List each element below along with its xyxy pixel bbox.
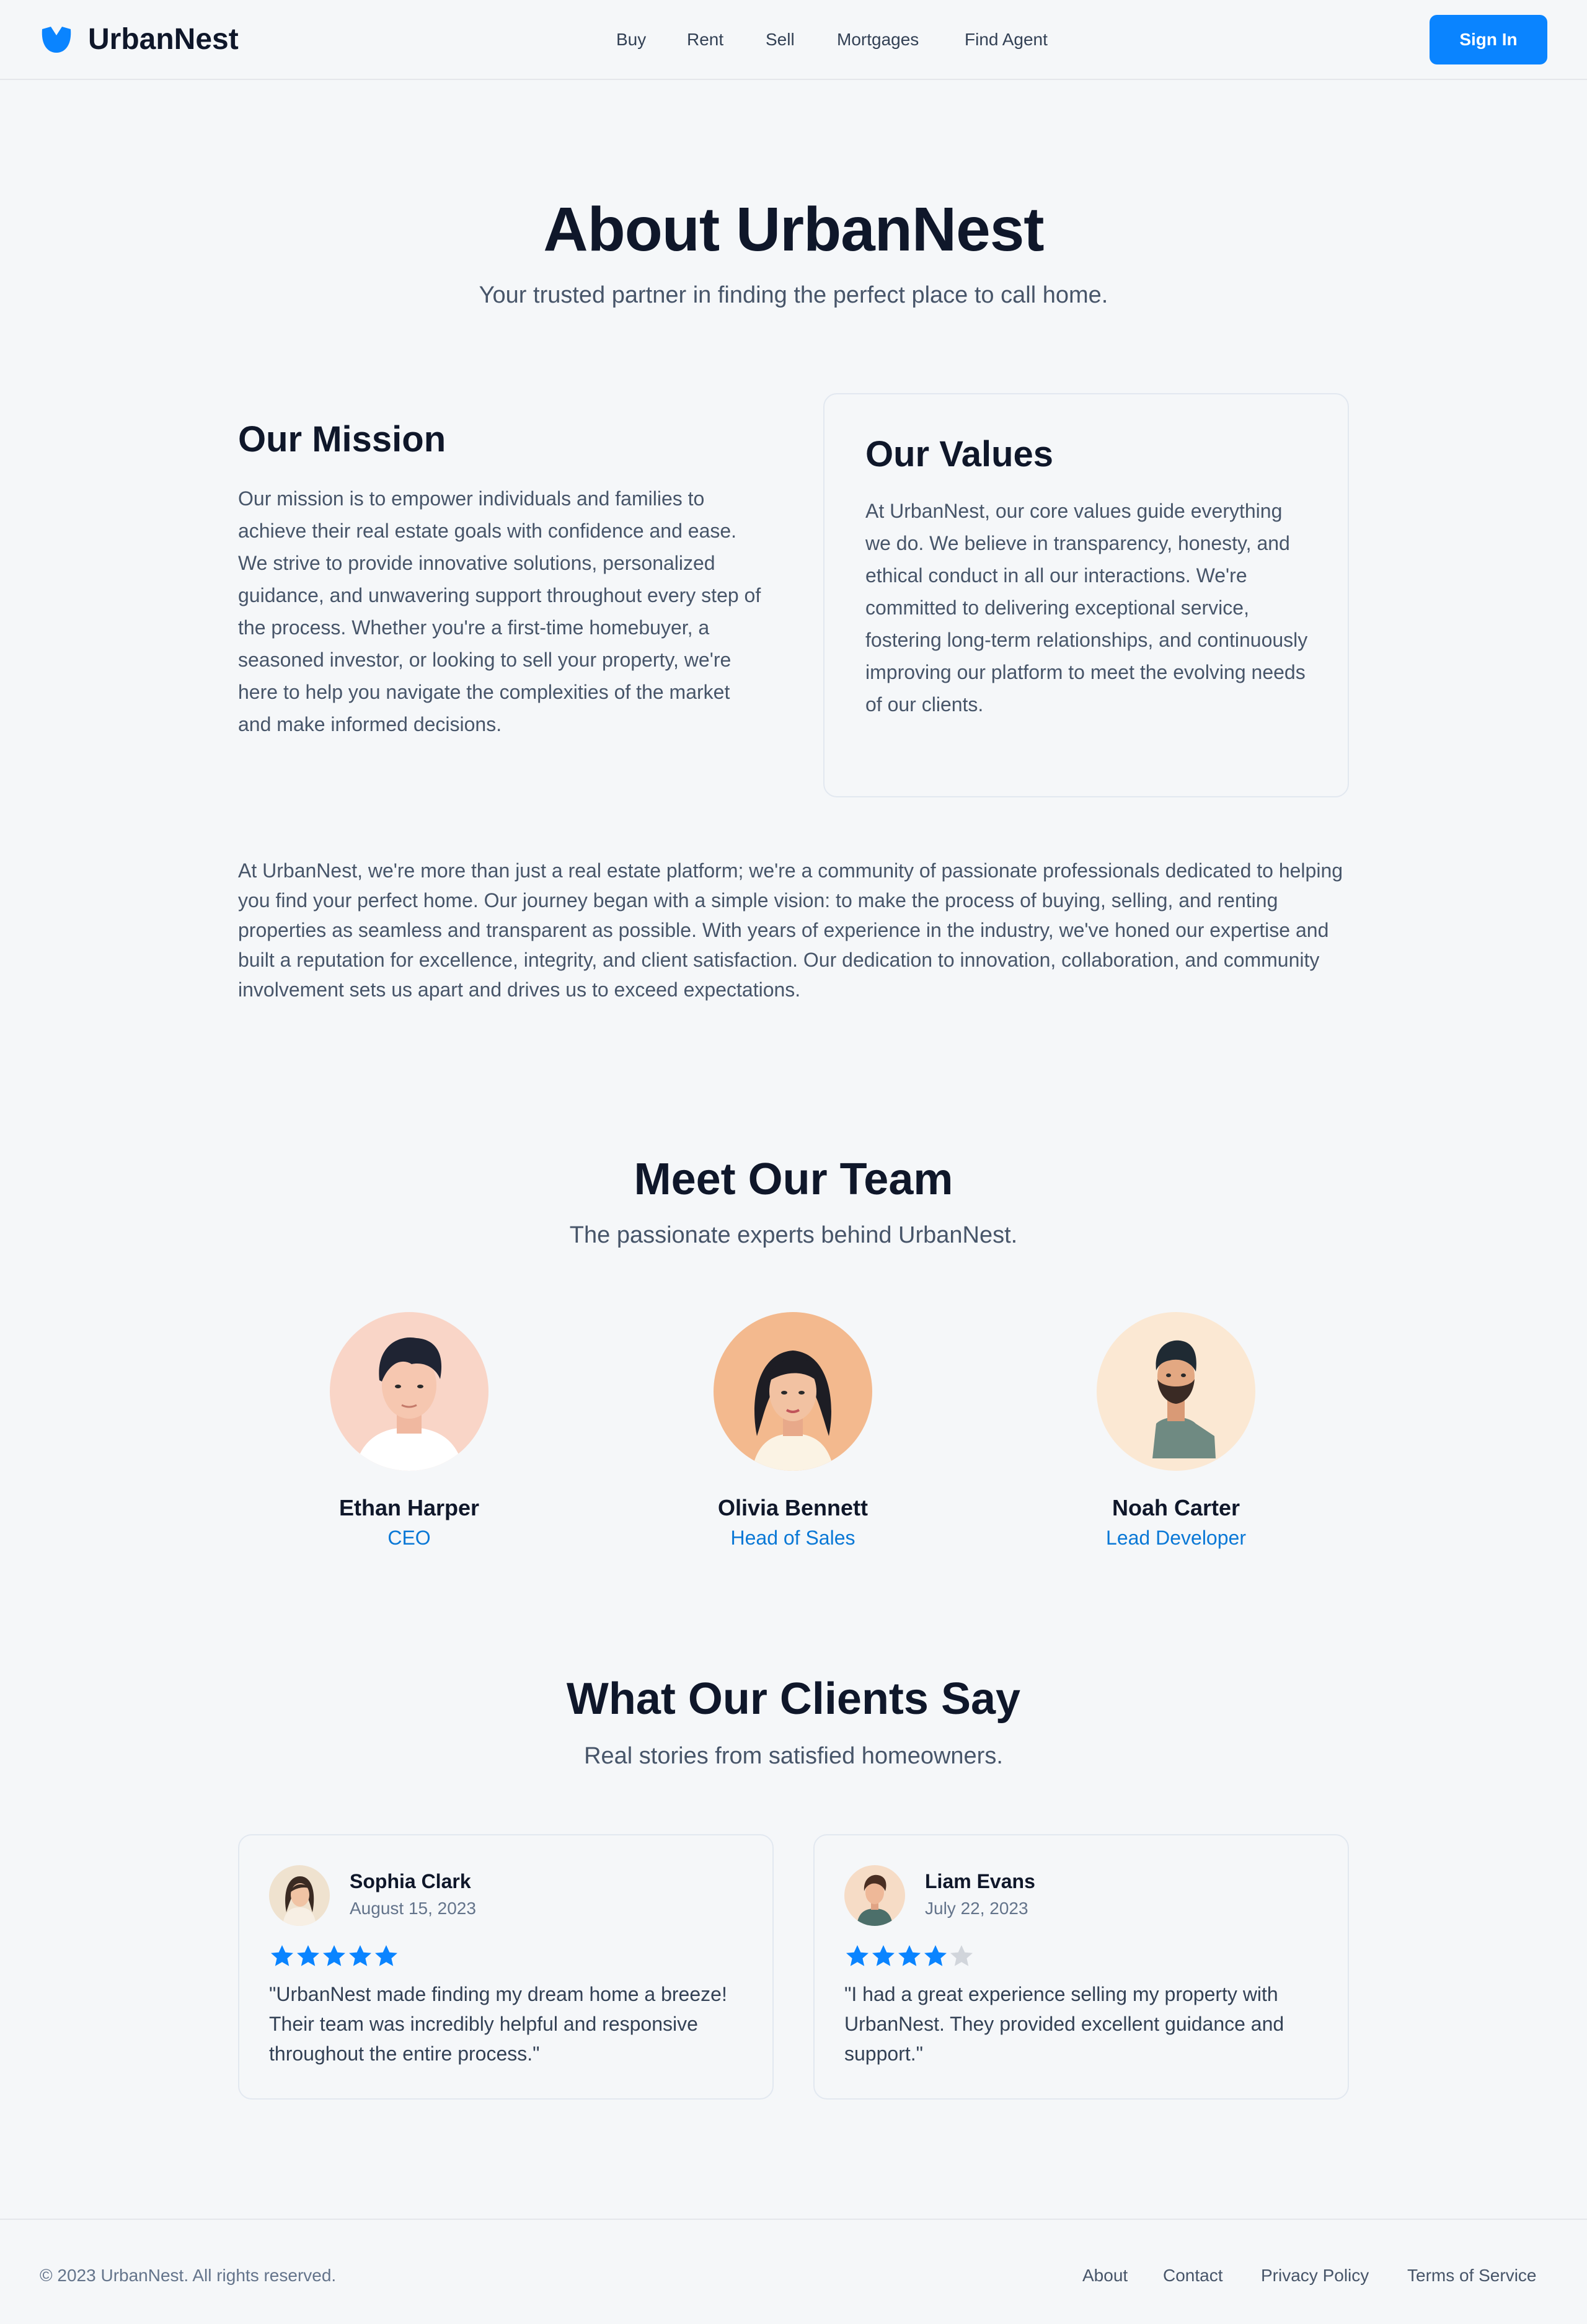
star-filled-icon <box>323 1945 345 1966</box>
team-member: Ethan Harper CEO <box>285 1312 533 1550</box>
team-member: Olivia Bennett Head of Sales <box>669 1312 917 1550</box>
main-nav: Buy Rent Sell Mortgages Find Agent <box>0 29 1587 53</box>
about-paragraph: At UrbanNest, we're more than just a rea… <box>238 859 1343 1001</box>
member-role: Lead Developer <box>1106 1527 1246 1549</box>
star-filled-icon <box>375 1945 397 1966</box>
client-name: Sophia Clark <box>350 1870 471 1892</box>
client-name: Liam Evans <box>925 1870 1035 1892</box>
star-filled-icon <box>924 1945 947 1966</box>
mission-title: Our Mission <box>238 419 446 459</box>
client-avatar-icon <box>269 1865 330 1926</box>
testimonials-title: What Our Clients Say <box>566 1674 1021 1724</box>
site-header: UrbanNest Buy Rent Sell Mortgages Find A… <box>0 0 1587 80</box>
star-rating <box>844 1943 975 1969</box>
star-filled-icon <box>846 1945 869 1966</box>
testimonials-subtitle: Real stories from satisfied homeowners. <box>584 1743 1003 1769</box>
values-text: At UrbanNest, our core values guide ever… <box>865 500 1308 716</box>
star-rating <box>269 1943 399 1969</box>
footer-link-contact[interactable]: Contact <box>1163 2264 1223 2287</box>
team-title: Meet Our Team <box>634 1155 953 1204</box>
footer-link-about[interactable]: About <box>1082 2264 1128 2287</box>
star-filled-icon <box>297 1945 319 1966</box>
nav-find-agent[interactable]: Find Agent <box>965 29 1048 51</box>
review-date: August 15, 2023 <box>350 1899 476 1918</box>
page-subtitle: Your trusted partner in finding the perf… <box>479 282 1108 308</box>
client-avatar-icon <box>844 1865 905 1926</box>
testimonial-card: Sophia Clark August 15, 2023 "UrbanNest … <box>238 1834 774 2100</box>
star-filled-icon <box>872 1945 895 1966</box>
copyright: © 2023 UrbanNest. All rights reserved. <box>40 2266 337 2285</box>
team-subtitle: The passionate experts behind UrbanNest. <box>569 1222 1018 1248</box>
review-text: "I had a great experience selling my pro… <box>844 1983 1284 2065</box>
review-text: "UrbanNest made finding my dream home a … <box>269 1983 727 2065</box>
man-avatar-icon <box>330 1312 488 1471</box>
mission-text: Our mission is to empower individuals an… <box>238 487 761 735</box>
member-name: Olivia Bennett <box>717 1495 869 1520</box>
review-date: July 22, 2023 <box>925 1899 1028 1918</box>
member-name: Noah Carter <box>1112 1495 1240 1520</box>
nav-buy[interactable]: Buy <box>616 29 646 51</box>
nav-mortgages[interactable]: Mortgages <box>837 29 919 51</box>
star-filled-icon <box>898 1945 921 1966</box>
values-card: Our Values At UrbanNest, our core values… <box>823 393 1349 797</box>
woman-avatar-icon <box>714 1312 872 1471</box>
footer-link-privacy[interactable]: Privacy Policy <box>1261 2264 1369 2287</box>
star-empty-icon <box>950 1945 973 1966</box>
bearded-man-avatar-icon <box>1097 1312 1255 1471</box>
mission-section: Our Mission Our mission is to empower in… <box>238 418 765 740</box>
values-title: Our Values <box>865 434 1054 474</box>
nav-rent[interactable]: Rent <box>687 29 723 51</box>
star-filled-icon <box>271 1945 293 1966</box>
team-member: Noah Carter Lead Developer <box>1052 1312 1300 1550</box>
star-filled-icon <box>349 1945 371 1966</box>
member-role: CEO <box>387 1527 431 1549</box>
page-title: About UrbanNest <box>543 195 1044 264</box>
footer-link-terms[interactable]: Terms of Service <box>1407 2264 1537 2287</box>
site-footer: © 2023 UrbanNest. All rights reserved. A… <box>0 2219 1587 2324</box>
sign-in-button[interactable]: Sign In <box>1430 15 1547 64</box>
member-name: Ethan Harper <box>338 1495 480 1520</box>
nav-sell[interactable]: Sell <box>766 29 795 51</box>
member-role: Head of Sales <box>730 1527 855 1549</box>
testimonial-card: Liam Evans July 22, 2023 "I had a great … <box>813 1834 1349 2100</box>
